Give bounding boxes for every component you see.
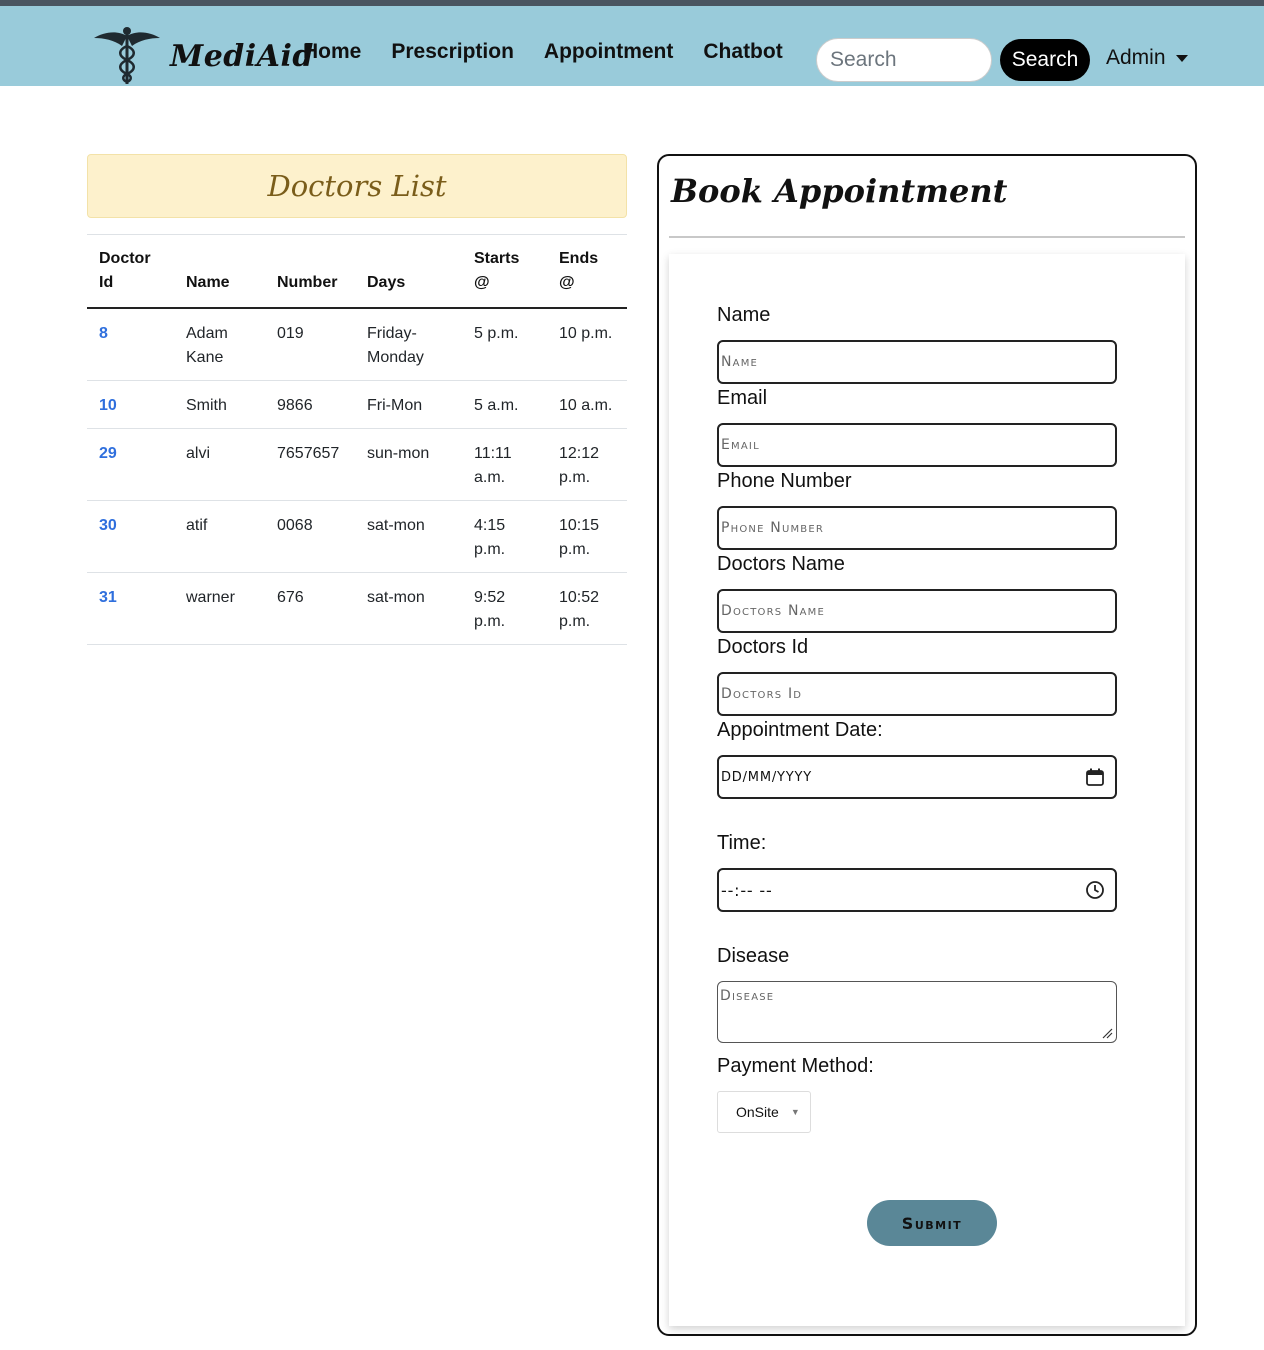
disease-label: Disease [717,945,790,967]
doctor-ends: 10:15 p.m. [547,500,627,573]
caduceus-logo-icon [94,27,160,84]
doctor-starts: 5 a.m. [462,380,547,429]
calendar-icon[interactable] [1085,767,1105,787]
table-row: 31 warner 676 sat-mon 9:52 p.m. 10:52 p.… [87,572,627,645]
doctor-id-link[interactable]: 31 [87,572,174,645]
time-field[interactable]: --:-- -- [717,868,1117,912]
brand-name: MediAid [170,38,314,74]
search-button[interactable]: Search [1000,39,1090,81]
doctor-starts: 4:15 p.m. [462,500,547,573]
time-label: Time: [717,832,767,854]
book-appointment-title: Book Appointment [671,172,1008,210]
doctor-starts: 11:11 a.m. [462,428,547,501]
nav-link-prescription[interactable]: Prescription [391,40,514,64]
doctor-id-link[interactable]: 29 [87,428,174,501]
table-row: 29 alvi 7657657 sun-mon 11:11 a.m. 12:12… [87,428,627,501]
resize-grip-icon[interactable] [1101,1027,1113,1039]
doctors-list-header: Doctors List [87,154,627,218]
email-field[interactable] [717,423,1117,467]
book-appointment-card: Book Appointment Name Email Phone Number… [657,154,1197,1336]
appointment-form: Name Email Phone Number Doctors Name Doc… [669,254,1185,1326]
doctor-ends: 10 p.m. [547,308,627,381]
admin-dropdown[interactable]: Admin [1106,46,1188,70]
chevron-down-icon: ▼ [790,1107,800,1117]
doctor-number: 676 [265,572,355,645]
doctor-days: Friday-Monday [355,308,462,381]
name-label: Name [717,304,771,326]
doctor-number: 0068 [265,500,355,573]
doctor-id-link[interactable]: 10 [87,380,174,429]
table-row: 10 Smith 9866 Fri-Mon 5 a.m. 10 a.m. [87,380,627,429]
doctors-table: Doctor Id Name Number Days Starts @ Ends… [87,234,627,645]
nav-link-chatbot[interactable]: Chatbot [703,40,782,64]
doctor-name: alvi [174,428,265,501]
col-ends: Ends @ [547,234,627,309]
chevron-down-icon [1175,54,1188,62]
disease-field[interactable] [717,981,1117,1043]
doctor-ends: 10 a.m. [547,380,627,429]
doctor-name-label: Doctors Name [717,553,845,575]
date-placeholder: DD/MM/YYYY [721,769,812,785]
appointment-date-label: Appointment Date: [717,719,883,741]
col-doctor-id: Doctor Id [87,234,174,309]
doctor-name: Smith [174,380,265,429]
phone-label: Phone Number [717,470,852,492]
email-label: Email [717,387,768,409]
col-name: Name [174,234,265,309]
payment-method-select[interactable]: OnSite ▼ [717,1091,811,1133]
doctor-starts: 5 p.m. [462,308,547,381]
doctor-id-link[interactable]: 8 [87,308,174,381]
table-row: 8 Adam Kane 019 Friday-Monday 5 p.m. 10 … [87,308,627,381]
nav-links: Home Prescription Appointment Chatbot [303,40,813,64]
doctors-list-title: Doctors List [267,169,447,203]
divider [669,236,1185,238]
doctor-ends: 12:12 p.m. [547,428,627,501]
search-input[interactable] [816,38,992,82]
brand[interactable]: MediAid [92,26,314,86]
col-number: Number [265,234,355,309]
admin-label: Admin [1106,46,1166,69]
doctor-name: Adam Kane [174,308,265,381]
doctor-name: warner [174,572,265,645]
table-header-row: Doctor Id Name Number Days Starts @ Ends… [87,234,627,309]
clock-icon[interactable] [1085,880,1105,900]
doctor-days: sun-mon [355,428,462,501]
payment-method-label: Payment Method: [717,1055,874,1077]
doctor-number: 7657657 [265,428,355,501]
doctor-number: 9866 [265,380,355,429]
time-placeholder: --:-- -- [721,880,773,900]
name-field[interactable] [717,340,1117,384]
submit-button[interactable]: Submit [867,1200,997,1246]
nav-link-home[interactable]: Home [303,40,361,64]
phone-field[interactable] [717,506,1117,550]
col-days: Days [355,234,462,309]
navbar: MediAid Home Prescription Appointment Ch… [0,6,1264,86]
doctor-ends: 10:52 p.m. [547,572,627,645]
doctor-days: sat-mon [355,572,462,645]
payment-method-value: OnSite [736,1104,779,1120]
doctor-name-field[interactable] [717,589,1117,633]
nav-link-appointment[interactable]: Appointment [544,40,673,64]
doctor-id-field[interactable] [717,672,1117,716]
doctor-days: Fri-Mon [355,380,462,429]
appointment-date-field[interactable]: DD/MM/YYYY [717,755,1117,799]
doctor-starts: 9:52 p.m. [462,572,547,645]
doctor-id-label: Doctors Id [717,636,809,658]
col-starts: Starts @ [462,234,547,309]
table-row: 30 atif 0068 sat-mon 4:15 p.m. 10:15 p.m… [87,500,627,573]
doctor-name: atif [174,500,265,573]
doctor-number: 019 [265,308,355,381]
doctor-id-link[interactable]: 30 [87,500,174,573]
doctor-days: sat-mon [355,500,462,573]
